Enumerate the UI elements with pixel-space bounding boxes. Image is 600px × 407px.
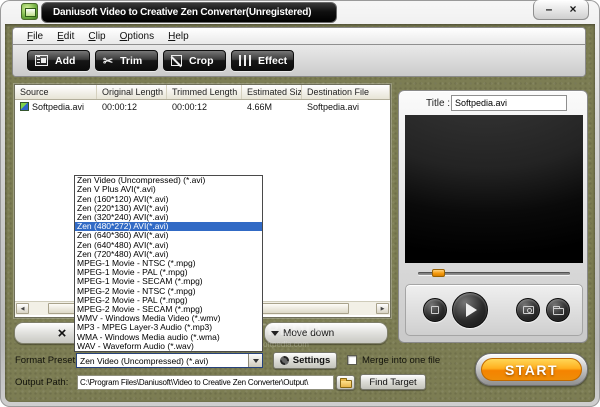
output-path-label: Output Path: [15, 377, 69, 388]
column-destination-file[interactable]: Destination File [302, 85, 390, 99]
find-target-button[interactable]: Find Target [360, 374, 426, 390]
dropdown-option-selected[interactable]: Zen (480*272) AVI(*.avi) [75, 222, 262, 232]
stop-button[interactable] [423, 298, 447, 322]
open-file-button[interactable] [546, 298, 570, 322]
menu-edit[interactable]: Edit [57, 31, 74, 42]
window-frame: Daniusoft Video to Creative Zen Converte… [0, 0, 600, 407]
titlebar: Daniusoft Video to Creative Zen Converte… [0, 0, 600, 24]
menu-file[interactable]: File [27, 31, 43, 42]
row-destination: Softpedia.avi [307, 101, 360, 112]
move-down-button[interactable]: Move down [264, 322, 388, 344]
column-source[interactable]: Source [15, 85, 97, 99]
preset-dropdown-list: Zen Video (Uncompressed) (*.avi) Zen V P… [74, 175, 263, 352]
dropdown-option[interactable]: Zen (160*120) AVI(*.avi) [75, 194, 262, 203]
chevron-down-icon [252, 358, 259, 363]
start-button[interactable]: START [481, 358, 582, 381]
crop-button[interactable]: Crop [163, 50, 226, 71]
menu-help[interactable]: Help [168, 31, 189, 42]
merge-checkbox[interactable] [347, 355, 357, 365]
browse-folder-icon [339, 377, 352, 388]
format-preset-label: Format Preset: [15, 355, 78, 366]
browse-folder-button[interactable] [336, 375, 355, 390]
row-estimated-size: 4.66M [247, 101, 273, 112]
title-label: Title : [426, 98, 451, 109]
dropdown-option[interactable]: Zen Video (Uncompressed) (*.avi) [75, 176, 262, 185]
camera-icon [522, 306, 534, 314]
menubar: File Edit Clip Options Help [13, 28, 585, 45]
dropdown-option[interactable]: WAV - Waveform Audio (*.wav) [75, 342, 262, 351]
column-original-length[interactable]: Original Length [97, 85, 167, 99]
dropdown-option[interactable]: Zen (320*240) AVI(*.avi) [75, 213, 262, 222]
table-row[interactable]: Softpedia.avi 00:00:12 00:00:12 4.66M So… [15, 100, 390, 113]
menu-clip[interactable]: Clip [88, 31, 105, 42]
dropdown-option[interactable]: MP3 - MPEG Layer-3 Audio (*.mp3) [75, 323, 262, 332]
dropdown-option[interactable]: Zen V Plus AVI(*.avi) [75, 185, 262, 194]
dropdown-option[interactable]: MPEG-2 Movie - PAL (*.mpg) [75, 296, 262, 305]
dropdown-option[interactable]: Zen (220*130) AVI(*.avi) [75, 204, 262, 213]
dropdown-option[interactable]: MPEG-2 Movie - SECAM (*.mpg) [75, 305, 262, 314]
dropdown-option[interactable]: Zen (640*360) AVI(*.avi) [75, 231, 262, 240]
close-button[interactable]: × [564, 2, 582, 18]
play-icon [466, 303, 477, 317]
output-path-input[interactable] [77, 375, 334, 390]
preview-panel: Title : [398, 90, 588, 343]
file-list-header: Source Original Length Trimmed Length Es… [15, 85, 390, 100]
effect-button[interactable]: Effect [231, 50, 294, 71]
format-preset-combobox[interactable]: Zen Video (Uncompressed) (*.avi) [76, 353, 263, 368]
stop-icon [431, 306, 439, 314]
seek-slider-handle[interactable] [432, 269, 445, 277]
format-preset-value: Zen Video (Uncompressed) (*.avi) [80, 355, 209, 366]
scissors-icon: ✂ [103, 53, 114, 68]
menu-options[interactable]: Options [120, 31, 154, 42]
column-estimated-size[interactable]: Estimated Size [242, 85, 302, 99]
gear-icon [279, 356, 289, 365]
player-controls [405, 284, 583, 336]
application-window: Daniusoft Video to Creative Zen Converte… [0, 0, 600, 407]
row-trimmed-length: 00:00:12 [172, 101, 208, 112]
video-screen [405, 115, 583, 263]
dropdown-option[interactable]: MPEG-1 Movie - NTSC (*.mpg) [75, 259, 262, 268]
merge-label: Merge into one file [362, 355, 441, 366]
combobox-dropdown-button[interactable] [248, 354, 262, 367]
dropdown-option[interactable]: MPEG-1 Movie - SECAM (*.mpg) [75, 277, 262, 286]
scroll-right-icon[interactable]: ▶ [376, 303, 389, 314]
window-body: File Edit Clip Options Help Add ✂ Trim C… [5, 24, 595, 402]
dropdown-option[interactable]: WMA - Windows Media audio (*.wma) [75, 332, 262, 341]
row-source: Softpedia.avi [32, 101, 85, 112]
settings-button[interactable]: Settings [273, 352, 337, 369]
video-file-icon [20, 102, 29, 111]
minimize-button[interactable]: – [540, 2, 558, 18]
arrow-down-icon [271, 331, 279, 336]
dropdown-option[interactable]: MPEG-1 Movie - PAL (*.mpg) [75, 268, 262, 277]
window-title: Daniusoft Video to Creative Zen Converte… [41, 2, 337, 23]
row-original-length: 00:00:12 [102, 101, 138, 112]
top-panel: File Edit Clip Options Help Add ✂ Trim C… [12, 27, 586, 77]
dropdown-option[interactable]: WMV - Windows Media Video (*.wmv) [75, 314, 262, 323]
column-trimmed-length[interactable]: Trimmed Length [167, 85, 242, 99]
trim-button[interactable]: ✂ Trim [95, 50, 158, 71]
film-add-icon [35, 55, 48, 66]
app-icon [21, 3, 38, 20]
dropdown-option[interactable]: MPEG-2 Movie - NTSC (*.mpg) [75, 286, 262, 295]
snapshot-button[interactable] [516, 298, 540, 322]
window-controls: – × [533, 0, 589, 20]
play-button[interactable] [452, 292, 488, 328]
dropdown-option[interactable]: Zen (640*480) AVI(*.avi) [75, 240, 262, 249]
title-input[interactable] [451, 95, 567, 111]
dropdown-option[interactable]: Zen (720*480) AVI(*.avi) [75, 250, 262, 259]
add-button[interactable]: Add [27, 50, 90, 71]
crop-icon [171, 55, 182, 66]
toolbar: Add ✂ Trim Crop Effect [13, 45, 585, 76]
scroll-left-icon[interactable]: ◀ [16, 303, 29, 314]
folder-icon [552, 305, 564, 315]
start-button-bezel: START [475, 353, 588, 386]
equalizer-icon [239, 55, 251, 66]
